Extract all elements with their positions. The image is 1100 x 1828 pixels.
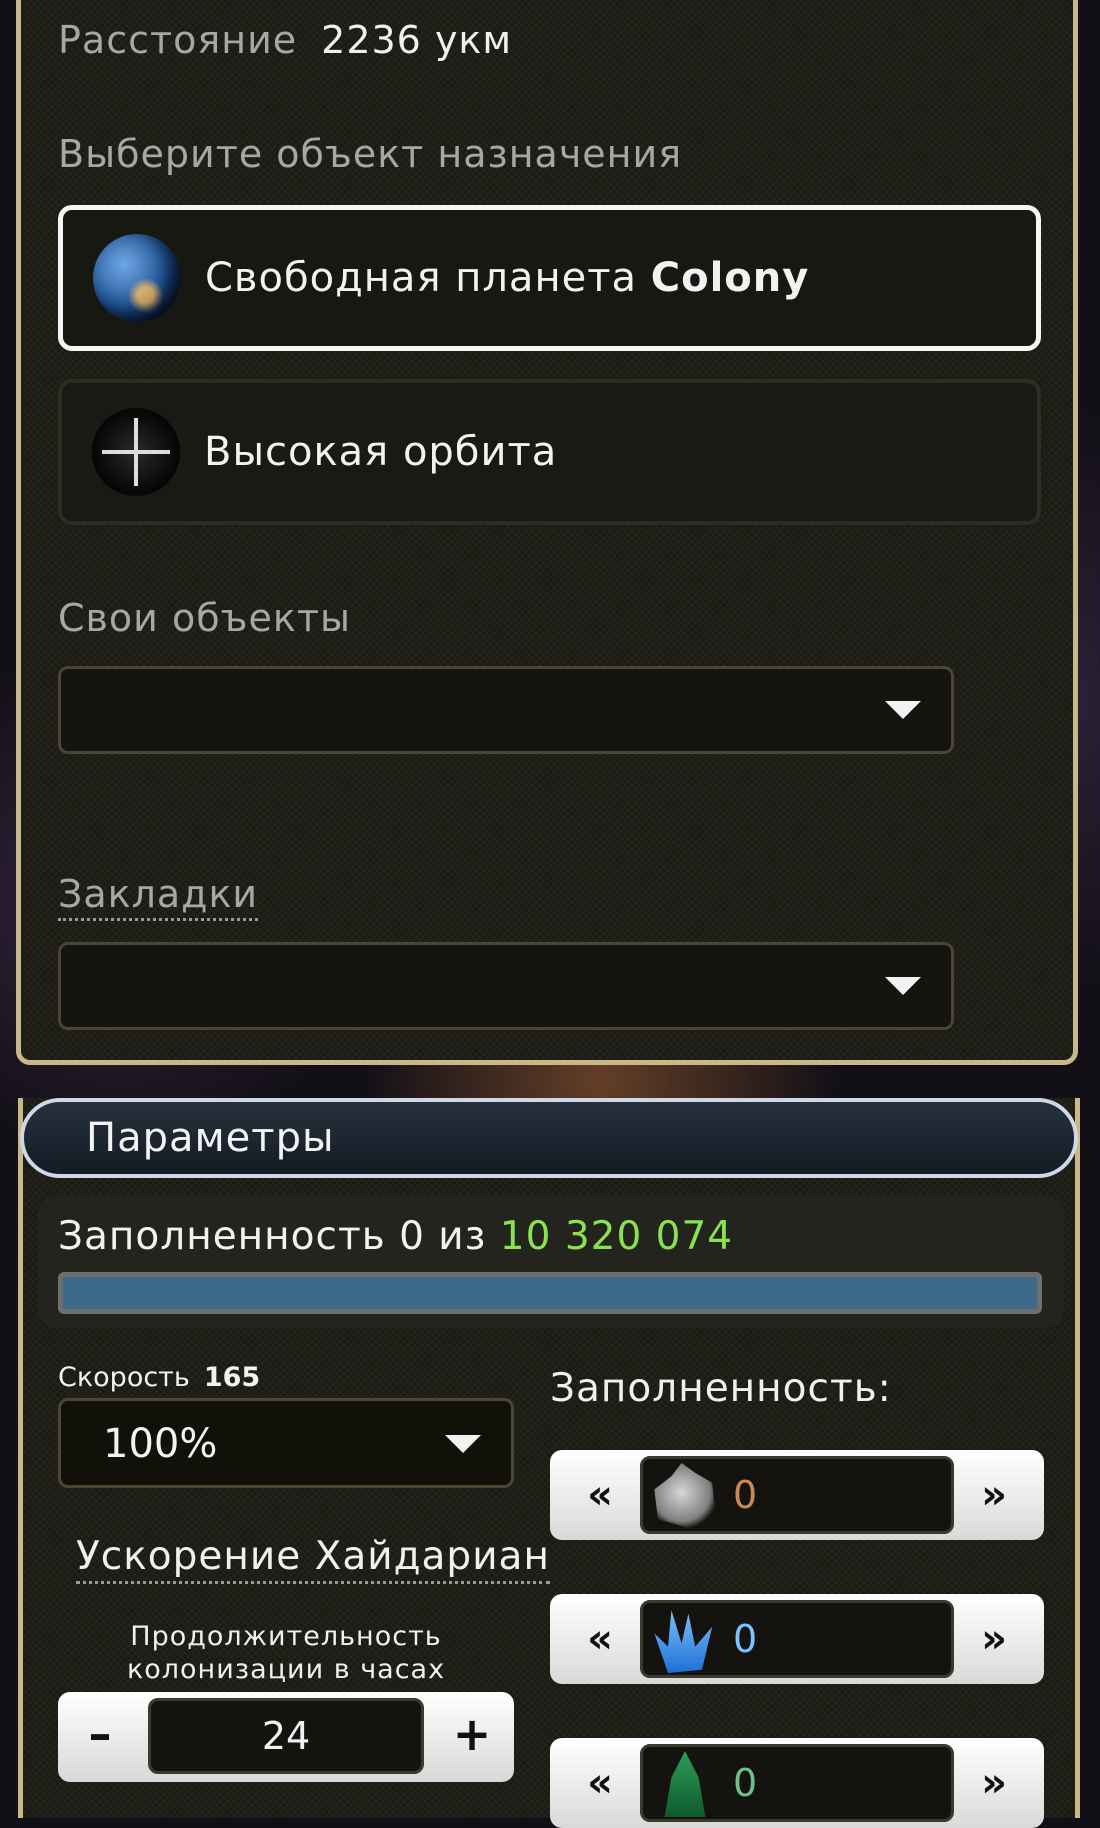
resource-value: 0 <box>733 1473 758 1517</box>
chevron-double-right-icon[interactable]: » <box>964 1612 1024 1666</box>
resource-input[interactable]: 0 <box>640 1600 954 1678</box>
planet-icon <box>93 234 181 322</box>
destination-option-free-planet[interactable]: Свободная планета Colony <box>58 205 1041 351</box>
params-header[interactable]: Параметры <box>20 1098 1078 1178</box>
destination-option-label: Высокая орбита <box>204 429 558 475</box>
capacity-max: 10 320 074 <box>499 1214 734 1259</box>
resource-row-crystal: « 0 » <box>550 1594 1044 1684</box>
resource-input[interactable]: 0 <box>640 1744 954 1822</box>
chevron-down-icon <box>885 701 921 719</box>
speed-select[interactable]: 100% <box>58 1398 514 1488</box>
metal-icon <box>654 1463 716 1529</box>
resource-row-deuterium: « 0 » <box>550 1738 1044 1828</box>
destination-option-label: Свободная планета Colony <box>205 255 810 301</box>
deuterium-icon <box>664 1751 706 1817</box>
resource-row-metal: « 0 » <box>550 1450 1044 1540</box>
chevron-down-icon <box>885 977 921 995</box>
boost-link[interactable]: Ускорение Хайдариан <box>76 1534 550 1584</box>
increment-button[interactable]: + <box>442 1704 502 1764</box>
speed-label-row: Скорость 165 <box>58 1362 261 1393</box>
decrement-button[interactable]: – <box>70 1704 130 1764</box>
distance-value: 2236 укм <box>321 18 513 62</box>
chevron-double-left-icon[interactable]: « <box>570 1612 630 1666</box>
duration-stepper: – 24 + <box>58 1692 514 1782</box>
orbit-crosshair-icon <box>92 408 180 496</box>
own-objects-label: Свои объекты <box>58 596 351 640</box>
resource-value: 0 <box>733 1617 758 1661</box>
speed-selected: 100% <box>103 1421 218 1467</box>
chevron-double-left-icon[interactable]: « <box>570 1468 630 1522</box>
params-title: Параметры <box>86 1115 335 1161</box>
crystal-icon <box>654 1610 713 1673</box>
chevron-double-left-icon[interactable]: « <box>570 1756 630 1810</box>
resource-value: 0 <box>733 1761 758 1805</box>
own-objects-select[interactable] <box>58 666 954 754</box>
duration-label: Продолжительность колонизации в часах <box>126 1621 446 1685</box>
bookmarks-label[interactable]: Закладки <box>58 872 259 921</box>
chevron-double-right-icon[interactable]: » <box>964 1468 1024 1522</box>
chevron-double-right-icon[interactable]: » <box>964 1756 1024 1810</box>
duration-input[interactable]: 24 <box>148 1698 424 1774</box>
destination-option-high-orbit[interactable]: Высокая орбита <box>58 379 1041 525</box>
distance-row: Расстояние 2236 укм <box>58 18 512 62</box>
cargo-fill-label: Заполненность: <box>550 1366 892 1411</box>
capacity-progress-bar <box>58 1272 1042 1314</box>
capacity-title: Заполненность 0 из 10 320 074 <box>58 1214 734 1259</box>
speed-value: 165 <box>203 1362 261 1393</box>
chevron-down-icon <box>445 1435 481 1453</box>
bookmarks-select[interactable] <box>58 942 954 1030</box>
resource-input[interactable]: 0 <box>640 1456 954 1534</box>
destination-prompt: Выберите объект назначения <box>58 132 683 176</box>
distance-label: Расстояние <box>58 18 298 62</box>
planet-name: Colony <box>650 255 810 301</box>
